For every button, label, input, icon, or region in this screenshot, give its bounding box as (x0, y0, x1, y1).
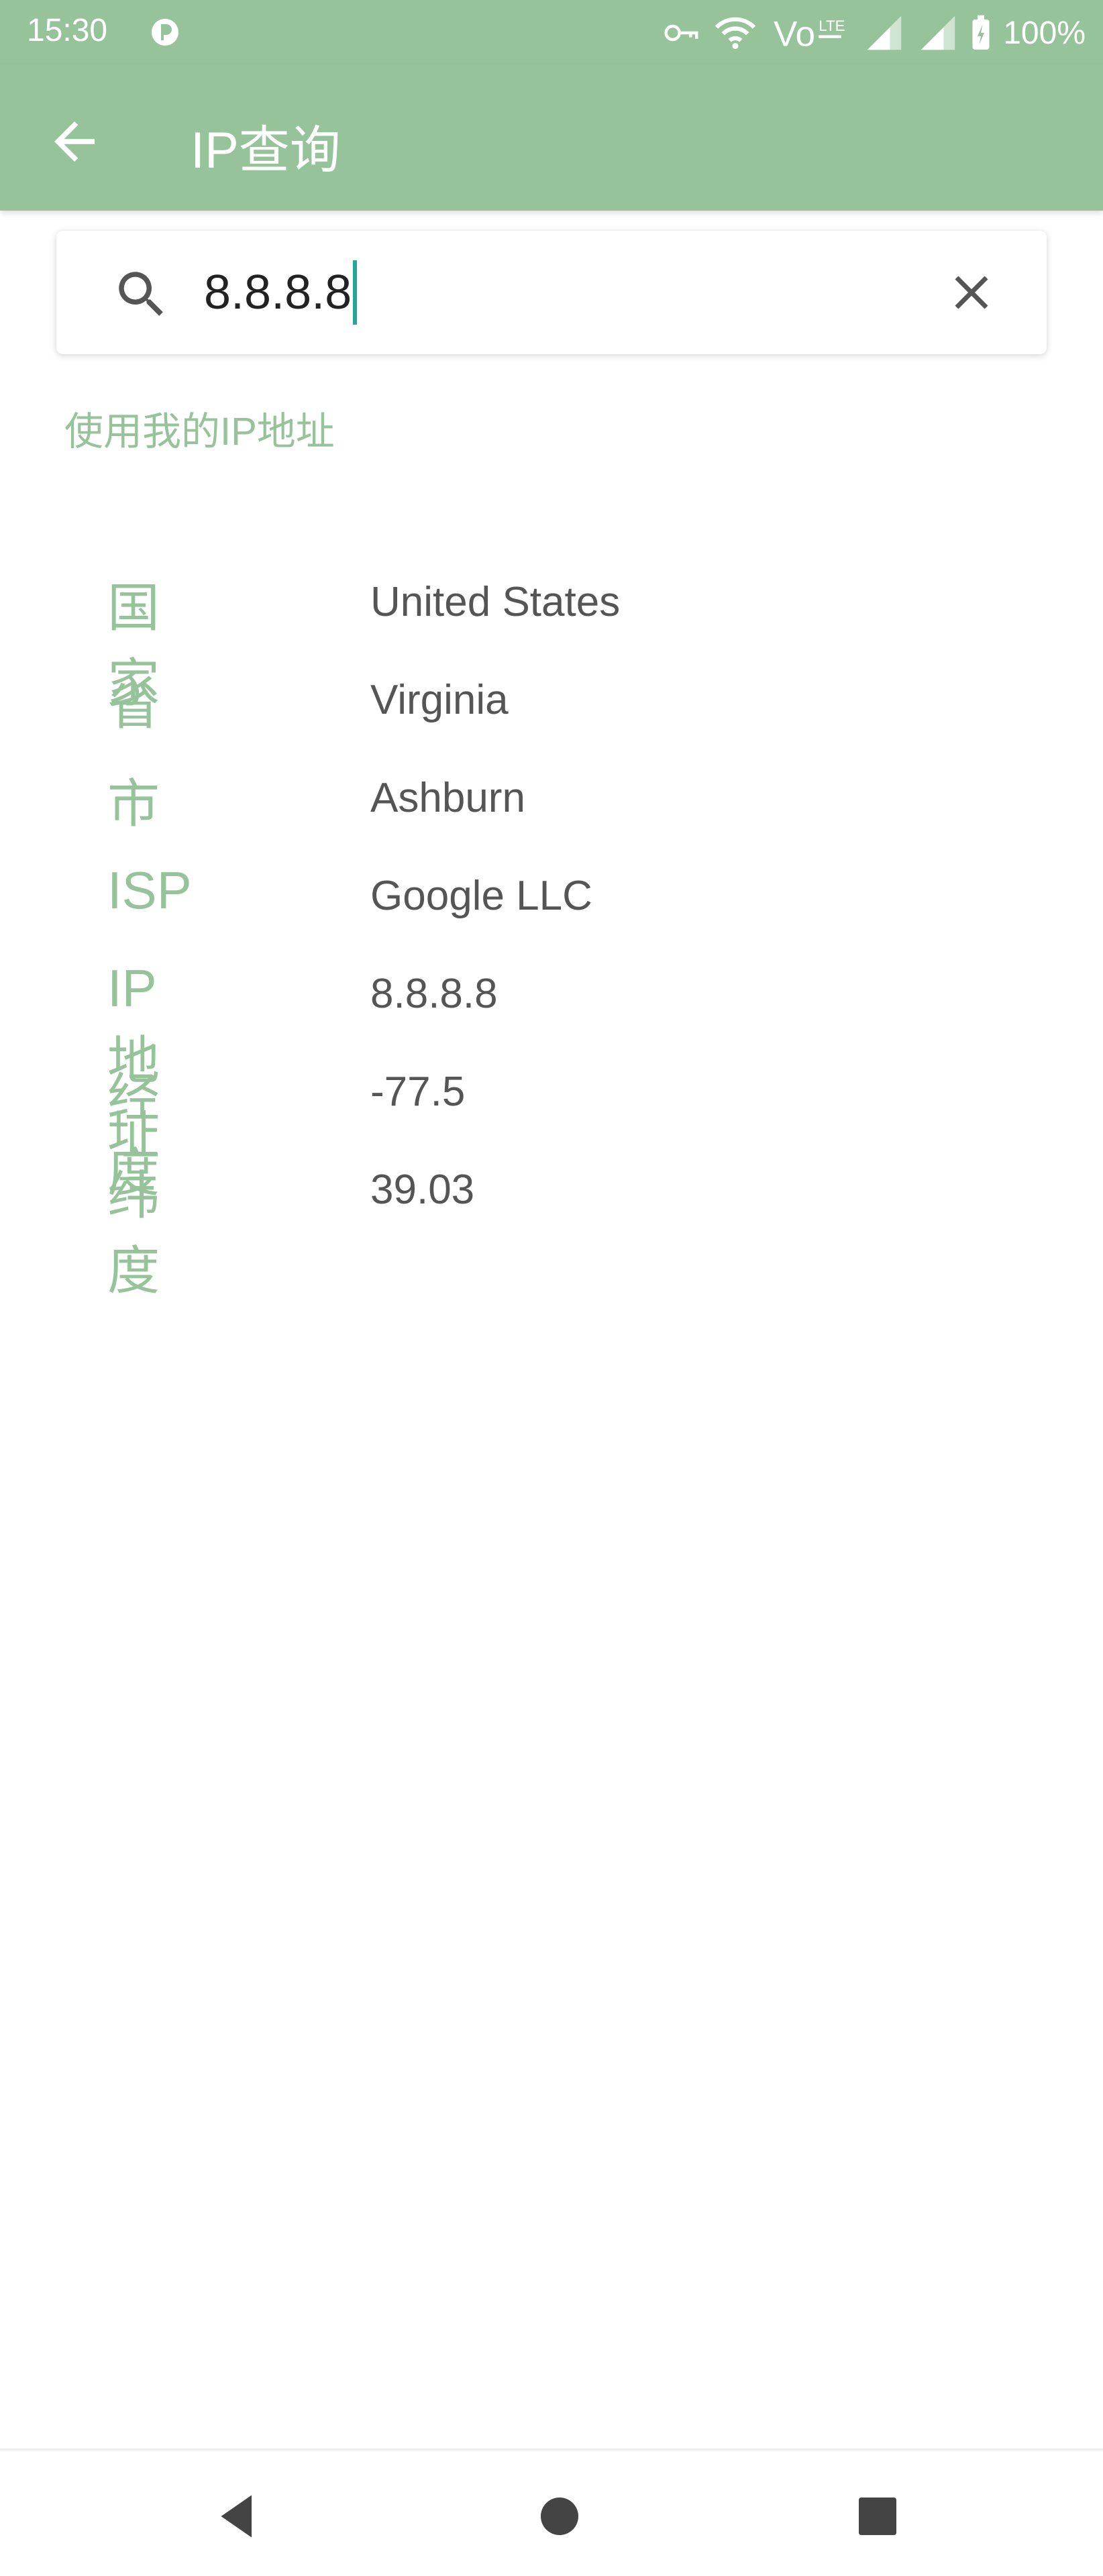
svg-text:LTE: LTE (819, 17, 845, 34)
home-circle-icon[interactable] (531, 2488, 588, 2544)
info-value: United States (370, 579, 621, 625)
vpn-key-icon (664, 24, 698, 42)
info-key: 市 (107, 774, 160, 833)
battery-icon (972, 15, 990, 50)
search-input[interactable]: 8.8.8.8 (204, 258, 358, 327)
navigation-bar (0, 2451, 1103, 2576)
wifi-icon (715, 17, 756, 50)
sync-status-icon (152, 19, 178, 46)
info-value: Virginia (370, 677, 509, 723)
info-value: 39.03 (370, 1167, 475, 1213)
search-icon (119, 272, 163, 316)
page-title: IP查询 (191, 122, 341, 179)
info-key: 省 (107, 676, 160, 735)
text-caret (353, 260, 358, 325)
status-time: 15:30 (27, 13, 108, 48)
search-card: 8.8.8.8 (56, 231, 1047, 354)
status-icons: Vo LTE 100% (664, 9, 1086, 56)
back-triangle-icon[interactable] (209, 2488, 266, 2544)
info-value: Google LLC (370, 873, 592, 919)
signal-icon (921, 15, 955, 50)
close-icon[interactable] (943, 264, 1000, 321)
signal-icon (868, 15, 902, 50)
search-input-value: 8.8.8.8 (204, 266, 352, 319)
app-bar: IP查询 (0, 64, 1103, 211)
info-value: 8.8.8.8 (370, 971, 498, 1017)
info-value: -77.5 (370, 1069, 466, 1115)
volte-icon: Vo LTE (774, 15, 845, 52)
battery-percentage: 100% (1003, 15, 1086, 51)
arrow-left-icon[interactable] (44, 111, 105, 172)
status-bar: 15:30 Vo LTE 100% (0, 0, 1103, 64)
recents-square-icon[interactable] (849, 2488, 906, 2544)
info-key: ISP (107, 861, 192, 920)
info-key: 纬度 (107, 1166, 160, 1300)
svg-text:Vo: Vo (774, 15, 815, 52)
use-my-ip-button[interactable]: 使用我的IP地址 (64, 400, 335, 456)
info-value: Ashburn (370, 775, 525, 821)
